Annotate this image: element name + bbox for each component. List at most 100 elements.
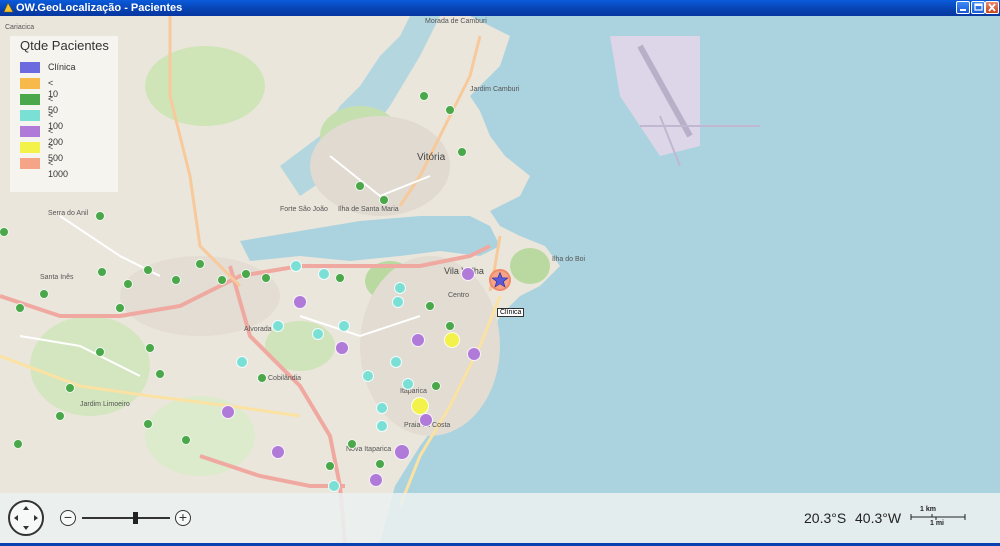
patient-marker[interactable]: [445, 105, 455, 115]
map-label-forte-sao-joao: Forte São João: [280, 206, 328, 213]
map-label-jardim-camburi: Jardim Camburi: [470, 86, 520, 93]
patient-marker[interactable]: [335, 341, 349, 355]
app-icon: [3, 2, 14, 13]
patient-marker[interactable]: [457, 147, 467, 157]
patient-marker[interactable]: [328, 480, 340, 492]
patient-marker[interactable]: [155, 369, 165, 379]
patient-marker[interactable]: [431, 381, 441, 391]
maximize-button[interactable]: [971, 1, 985, 14]
pan-arrows-icon: [14, 506, 38, 530]
map-label-santa-ines: Santa Inês: [40, 274, 74, 281]
patient-marker[interactable]: [143, 265, 153, 275]
patient-marker[interactable]: [362, 370, 374, 382]
patient-marker[interactable]: [425, 301, 435, 311]
patient-marker[interactable]: [39, 289, 49, 299]
zoom-in-button[interactable]: +: [175, 510, 191, 526]
patient-marker[interactable]: [257, 373, 267, 383]
patient-marker[interactable]: [95, 211, 105, 221]
latitude-readout: 20.3°S: [804, 510, 847, 526]
legend-panel: Qtde Pacientes Clínica < 10 < 50 < 100 <…: [10, 36, 118, 192]
patient-marker[interactable]: [347, 439, 357, 449]
patient-marker[interactable]: [376, 402, 388, 414]
patient-marker[interactable]: [461, 267, 475, 281]
patient-marker[interactable]: [369, 473, 383, 487]
patient-marker[interactable]: [338, 320, 350, 332]
patient-marker[interactable]: [271, 445, 285, 459]
map-label-cobilandia: Cobilândia: [268, 375, 302, 382]
map-view[interactable]: Vitória Vila Velha Ilha de Santa Maria J…: [0, 16, 1000, 543]
map-label-centro: Centro: [448, 292, 470, 299]
legend-label: Clínica: [48, 62, 76, 72]
patient-marker[interactable]: [261, 273, 271, 283]
legend-swatch: [20, 158, 40, 169]
patient-marker[interactable]: [411, 333, 425, 347]
patient-marker[interactable]: [272, 320, 284, 332]
title-bar: OW.GeoLocalização - Pacientes: [0, 0, 1000, 16]
patient-marker[interactable]: [392, 296, 404, 308]
patient-marker[interactable]: [444, 332, 460, 348]
map-label-jardim-limoeiro: Jardim Limoeiro: [80, 401, 130, 408]
map-label-morada-camburi: Morada de Camburi: [425, 18, 487, 25]
patient-marker[interactable]: [97, 267, 107, 277]
patient-marker[interactable]: [335, 273, 345, 283]
patient-marker[interactable]: [355, 181, 365, 191]
patient-marker[interactable]: [445, 321, 455, 331]
patient-marker[interactable]: [290, 260, 302, 272]
map-label-serra-do-anil: Serra do Anil: [48, 210, 89, 217]
map-label-alvorada: Alvorada: [244, 326, 272, 333]
map-label-ilha-santa-maria: Ilha de Santa Maria: [338, 206, 399, 213]
patient-marker[interactable]: [181, 435, 191, 445]
patient-marker[interactable]: [402, 378, 414, 390]
patient-marker[interactable]: [241, 269, 251, 279]
legend-swatch: [20, 94, 40, 105]
patient-marker[interactable]: [13, 439, 23, 449]
patient-marker[interactable]: [394, 282, 406, 294]
patient-marker[interactable]: [65, 383, 75, 393]
legend-swatch: [20, 126, 40, 137]
map-label-cariacica: Cariacica: [5, 24, 35, 31]
window-title: OW.GeoLocalização - Pacientes: [16, 2, 183, 14]
map-label-ilha-do-boi: Ilha do Boi: [552, 256, 586, 263]
patient-marker[interactable]: [318, 268, 330, 280]
patient-marker[interactable]: [379, 195, 389, 205]
zoom-slider-track[interactable]: [82, 517, 170, 519]
zoom-slider-handle[interactable]: [133, 512, 138, 524]
patient-marker[interactable]: [145, 343, 155, 353]
patient-marker[interactable]: [312, 328, 324, 340]
patient-marker[interactable]: [171, 275, 181, 285]
legend-label: < 1000: [48, 158, 69, 179]
patient-marker[interactable]: [195, 259, 205, 269]
patient-marker[interactable]: [123, 279, 133, 289]
star-icon: [491, 271, 509, 288]
zoom-out-button[interactable]: −: [60, 510, 76, 526]
patient-marker[interactable]: [15, 303, 25, 313]
patient-marker[interactable]: [325, 461, 335, 471]
minimize-button[interactable]: [956, 1, 970, 14]
scale-bar: 1 km 1 mi: [910, 506, 966, 530]
patient-marker[interactable]: [419, 413, 433, 427]
legend-swatch: [20, 78, 40, 89]
patient-marker[interactable]: [376, 420, 388, 432]
patient-marker[interactable]: [221, 405, 235, 419]
patient-marker[interactable]: [236, 356, 248, 368]
patient-marker[interactable]: [375, 459, 385, 469]
patient-marker[interactable]: [143, 419, 153, 429]
legend-title: Qtde Pacientes: [20, 38, 109, 53]
longitude-readout: 40.3°W: [855, 510, 902, 526]
scale-mi-label: 1 mi: [930, 520, 945, 527]
patient-marker[interactable]: [467, 347, 481, 361]
patient-marker[interactable]: [95, 347, 105, 357]
patient-marker[interactable]: [419, 91, 429, 101]
map-label-vitoria: Vitória: [417, 152, 446, 163]
clinic-marker[interactable]: [489, 269, 511, 291]
patient-marker[interactable]: [55, 411, 65, 421]
legend-swatch: [20, 110, 40, 121]
close-button[interactable]: [985, 1, 999, 14]
patient-marker[interactable]: [390, 356, 402, 368]
patient-marker[interactable]: [293, 295, 307, 309]
patient-marker[interactable]: [394, 444, 410, 460]
patient-marker[interactable]: [217, 275, 227, 285]
patient-marker[interactable]: [115, 303, 125, 313]
legend-swatch: [20, 142, 40, 153]
pan-control[interactable]: [8, 500, 44, 536]
